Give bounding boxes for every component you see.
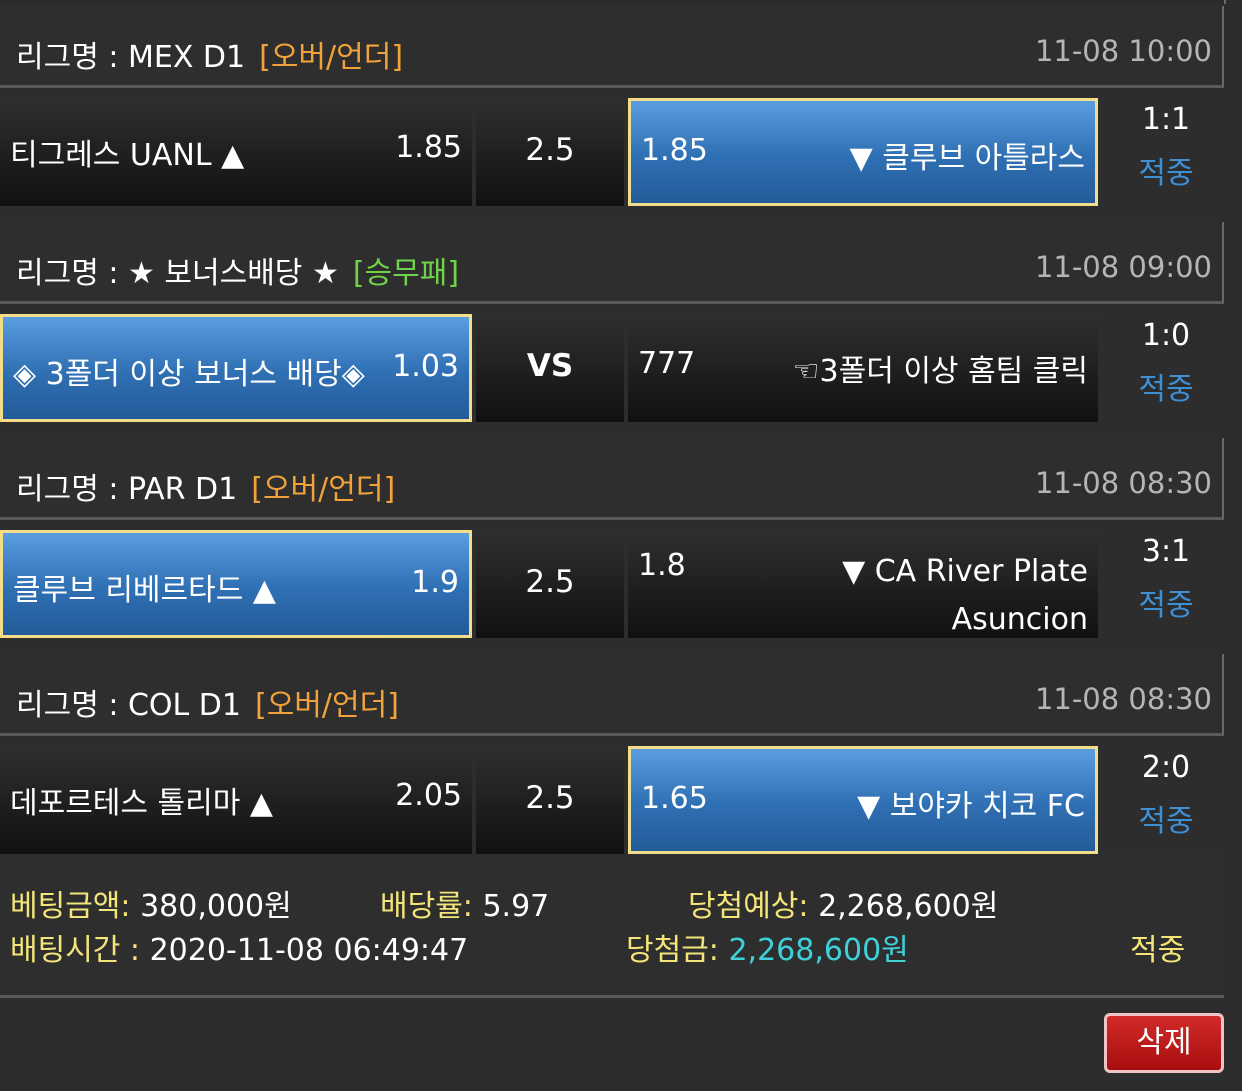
mid-bet-cell: VS: [476, 314, 624, 422]
game-time: 11-08 10:00: [1034, 34, 1212, 68]
frame-top-edge: [0, 0, 1226, 4]
game-score: 3:1: [1141, 534, 1191, 569]
away-bet-button[interactable]: 1.65 ▼ 보야카 치코 FC: [628, 746, 1098, 854]
away-bet-button[interactable]: 1.8 ▼ CA River Plate Asuncion: [628, 530, 1098, 638]
away-odds: 1.65: [641, 781, 708, 816]
bet-type-label: [오버/언더]: [259, 40, 404, 75]
handicap-value: 2.5: [525, 780, 575, 816]
bet-type-label: [오버/언더]: [251, 472, 396, 507]
home-odds: 2.05: [395, 778, 462, 813]
bet-summary: 베팅금액: 380,000원 배당률: 5.97 당첨예상: 2,268,600…: [0, 855, 1224, 998]
result-badge: 적중: [1138, 804, 1194, 839]
bet-row: 데포르테스 톨리마 ▲ 2.05 2.5 1.65 ▼ 보야카 치코 FC 2:…: [0, 746, 1242, 854]
vs-label: VS: [526, 348, 574, 384]
league-name: 리그명 : COL D1 [오버/언더]: [16, 688, 399, 723]
league-header: 리그명 : PAR D1 [오버/언더] 11-08 08:30: [0, 438, 1224, 520]
mid-bet-cell: 2.5: [476, 98, 624, 206]
bet-amount: 베팅금액: 380,000원: [10, 889, 292, 924]
home-odds: 1.03: [392, 349, 459, 384]
league-name: 리그명 : ★ 보너스배당 ★ [승무패]: [16, 256, 460, 291]
mid-bet-cell: 2.5: [476, 530, 624, 638]
game-time: 11-08 08:30: [1034, 466, 1212, 500]
home-bet-button[interactable]: ◈ 3폴더 이상 보너스 배당◈ 1.03: [0, 314, 472, 422]
league-name: 리그명 : MEX D1 [오버/언더]: [16, 40, 404, 75]
expected-win: 당첨예상: 2,268,600원: [688, 889, 999, 924]
away-odds: 777: [638, 346, 696, 381]
footer-area: [0, 998, 1242, 1091]
away-team-name: ▼ 클루브 아틀라스: [849, 141, 1085, 176]
game-score: 1:0: [1141, 318, 1191, 353]
bet-row: 클루브 리베르타드 ▲ 1.9 2.5 1.8 ▼ CA River Plate…: [0, 530, 1242, 638]
home-odds: 1.9: [411, 565, 459, 600]
away-odds: 1.85: [641, 133, 708, 168]
result-badge: 적중: [1138, 588, 1194, 623]
game-score: 1:1: [1141, 102, 1191, 137]
game-time: 11-08 09:00: [1034, 250, 1212, 284]
away-bet-button[interactable]: 1.85 ▼ 클루브 아틀라스: [628, 98, 1098, 206]
bet-type-label: [오버/언더]: [254, 688, 399, 723]
bet-time: 배팅시간 : 2020-11-08 06:49:47: [10, 933, 469, 968]
league-header: 리그명 : COL D1 [오버/언더] 11-08 08:30: [0, 654, 1224, 736]
home-team-name: 티그레스 UANL ▲: [10, 138, 245, 173]
home-team-name: ◈ 3폴더 이상 보너스 배당◈: [13, 357, 365, 392]
delete-button[interactable]: 삭제: [1104, 1013, 1224, 1073]
away-bet-button[interactable]: 777 ☜3폴더 이상 홈팀 클릭: [628, 314, 1098, 422]
game-time: 11-08 08:30: [1034, 682, 1212, 716]
handicap-value: 2.5: [525, 564, 575, 600]
game-score: 2:0: [1141, 750, 1191, 785]
bet-status: 적중: [1130, 933, 1186, 968]
win-amount: 당첨금: 2,268,600원: [626, 933, 909, 968]
league-header: 리그명 : ★ 보너스배당 ★ [승무패] 11-08 09:00: [0, 222, 1224, 304]
away-team-name: ▼ CA River Plate Asuncion: [842, 554, 1088, 637]
away-team-name: ▼ 보야카 치코 FC: [857, 789, 1085, 824]
result-badge: 적중: [1138, 156, 1194, 191]
home-bet-button[interactable]: 티그레스 UANL ▲ 1.85: [0, 98, 472, 206]
home-bet-button[interactable]: 데포르테스 톨리마 ▲ 2.05: [0, 746, 472, 854]
home-bet-button[interactable]: 클루브 리베르타드 ▲ 1.9: [0, 530, 472, 638]
bet-row: 티그레스 UANL ▲ 1.85 2.5 1.85 ▼ 클루브 아틀라스 1:1…: [0, 98, 1242, 206]
away-odds: 1.8: [638, 548, 686, 583]
bet-type-label: [승무패]: [352, 256, 460, 291]
total-odds: 배당률: 5.97: [380, 889, 550, 924]
mid-bet-cell: 2.5: [476, 746, 624, 854]
bet-row: ◈ 3폴더 이상 보너스 배당◈ 1.03 VS 777 ☜3폴더 이상 홈팀 …: [0, 314, 1242, 422]
league-header: 리그명 : MEX D1 [오버/언더] 11-08 10:00: [0, 6, 1224, 88]
home-team-name: 데포르테스 톨리마 ▲: [10, 786, 273, 821]
handicap-value: 2.5: [525, 132, 575, 168]
result-badge: 적중: [1138, 372, 1194, 407]
away-team-name: ☜3폴더 이상 홈팀 클릭: [792, 354, 1088, 389]
home-team-name: 클루브 리베르타드 ▲: [13, 573, 276, 608]
home-odds: 1.85: [395, 130, 462, 165]
league-name: 리그명 : PAR D1 [오버/언더]: [16, 472, 396, 507]
